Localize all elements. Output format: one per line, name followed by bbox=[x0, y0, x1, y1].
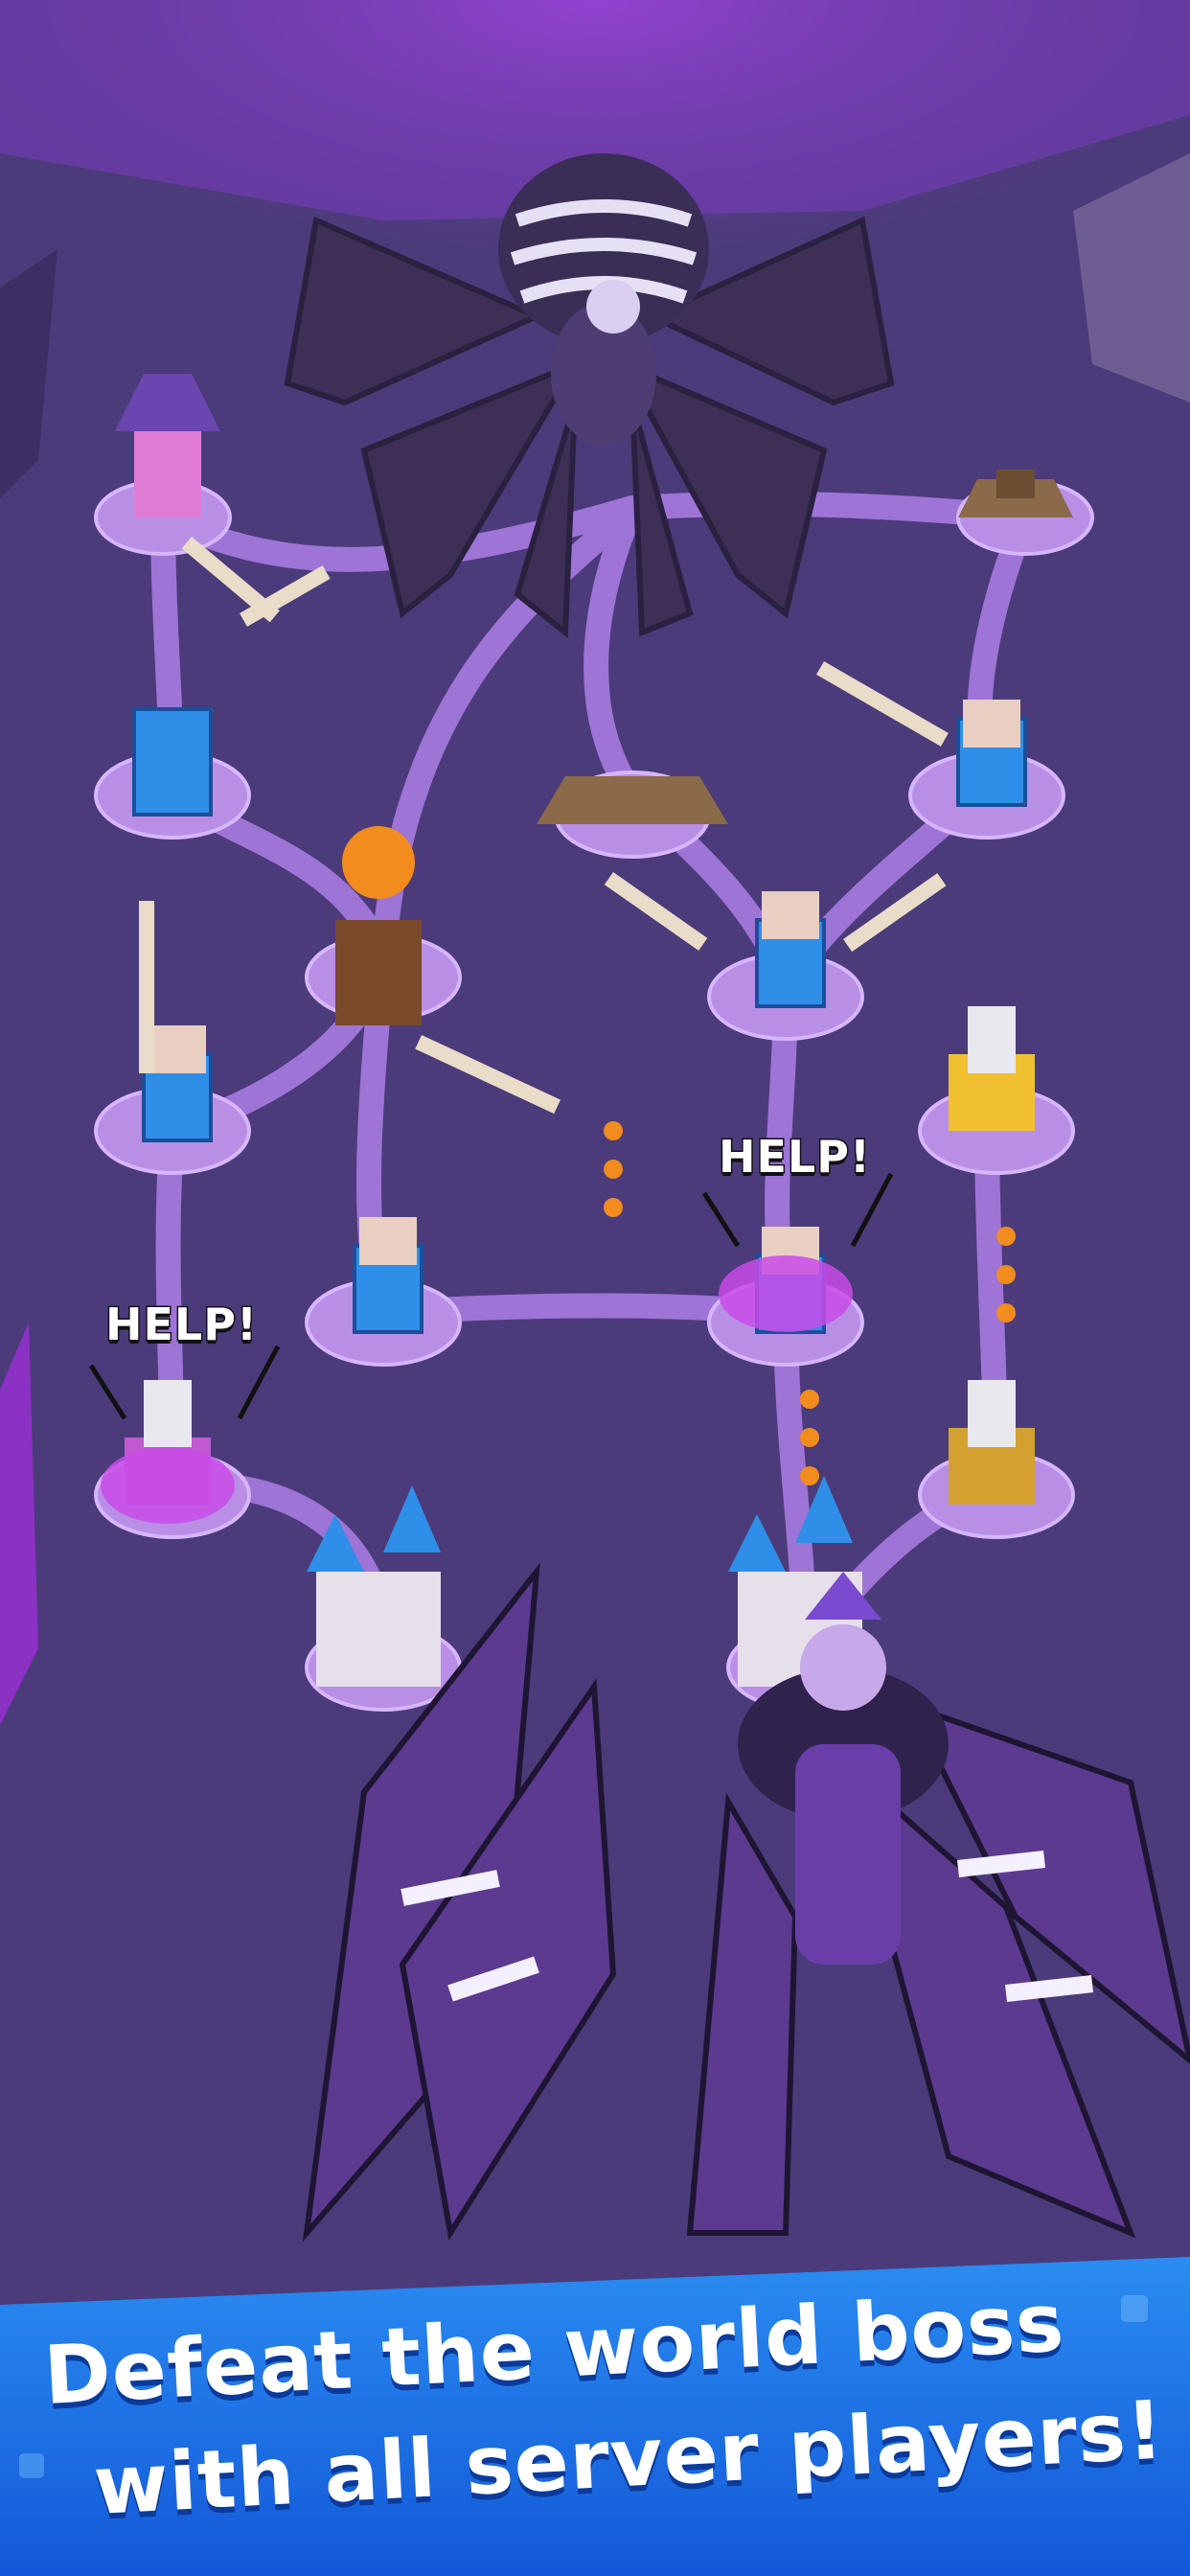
game-scene bbox=[0, 0, 1190, 2576]
pumpkin-tower bbox=[335, 826, 422, 1025]
help-bubble-left: HELP! bbox=[104, 1298, 259, 1352]
ruin-center bbox=[537, 776, 728, 824]
help-bubble-right: HELP! bbox=[718, 1130, 872, 1184]
